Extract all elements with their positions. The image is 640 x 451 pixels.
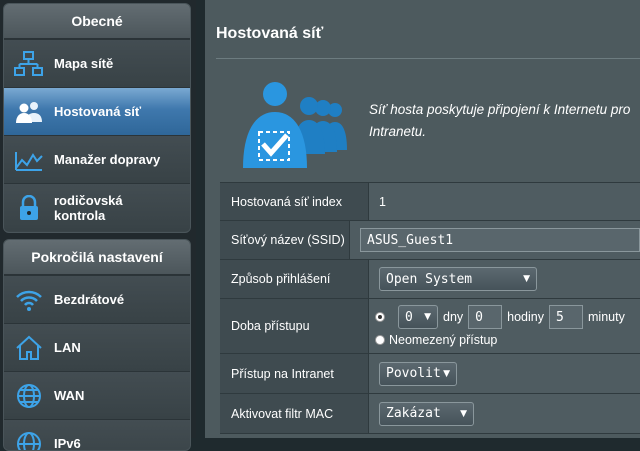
intranet-label: Přístup na Intranet (220, 354, 369, 393)
guest-network-icon (4, 100, 54, 124)
row-ssid: Síťový název (SSID) ASUS_Guest1 (220, 221, 640, 260)
sidebar: Obecné Mapa sítě Hostovaná síť Manažer d… (0, 0, 196, 438)
menu-label: Hostovaná síť (54, 104, 141, 119)
access-time-cell: 0 ▼ dny 0 hodiny 5 minuty Neomezený přís… (369, 299, 640, 353)
row-intranet: Přístup na Intranet Povolit ▼ (220, 354, 640, 394)
guest-network-illustration-icon (235, 80, 355, 175)
minutes-input[interactable]: 5 (549, 305, 583, 329)
row-access-time: Doba přístupu 0 ▼ dny 0 hodiny 5 minuty (220, 299, 640, 354)
main-content: Hostovaná síť Síť hosta poskytuje připoj… (205, 0, 640, 438)
network-map-icon (4, 51, 54, 77)
unlimited-radio[interactable] (375, 335, 385, 345)
chevron-down-icon: ▼ (460, 409, 467, 419)
mac-filter-label: Aktivovat filtr MAC (220, 394, 369, 433)
auth-label: Způsob přihlášení (220, 260, 369, 298)
menu-item-wireless[interactable]: Bezdrátové (4, 275, 190, 323)
mac-filter-value: Zakázat (386, 406, 441, 421)
page-title: Hostovaná síť (216, 25, 323, 43)
row-auth: Způsob přihlášení Open System ▼ (220, 260, 640, 299)
home-icon (4, 335, 54, 361)
days-select[interactable]: 0 ▼ (398, 305, 438, 329)
minutes-unit: minuty (588, 310, 625, 324)
menu-label: WAN (54, 388, 84, 403)
menu-label: LAN (54, 340, 81, 355)
auth-method-select[interactable]: Open System ▼ (379, 267, 537, 291)
guest-network-form: Hostovaná síť index 1 Síťový název (SSID… (220, 182, 640, 434)
lock-icon (4, 195, 54, 221)
menu-item-network-map[interactable]: Mapa sítě (4, 39, 190, 87)
ssid-cell: ASUS_Guest1 (350, 221, 640, 259)
advanced-header: Pokročilá nastavení (4, 240, 190, 275)
advanced-menu: Pokročilá nastavení Bezdrátové LAN WAN I… (3, 239, 191, 451)
menu-label: Mapa sítě (54, 56, 113, 71)
menu-item-guest-network[interactable]: Hostovaná síť (4, 87, 190, 135)
wifi-icon (4, 288, 54, 312)
menu-label: IPv6 (54, 436, 81, 451)
description: Síť hosta poskytuje připojení k Internet… (369, 99, 640, 143)
radio-dot (378, 315, 382, 319)
intranet-value: Povolit (386, 366, 441, 381)
access-time-limited: 0 ▼ dny 0 hodiny 5 minuty (375, 305, 625, 329)
chevron-down-icon: ▼ (523, 274, 530, 284)
chevron-down-icon: ▼ (424, 312, 431, 322)
menu-item-parental-control[interactable]: rodičovskákontrola (4, 183, 190, 231)
description-line2: Intranetu. (369, 121, 640, 143)
traffic-manager-icon (4, 148, 54, 172)
ssid-input[interactable]: ASUS_Guest1 (360, 228, 640, 252)
globe-icon (4, 431, 54, 451)
intranet-cell: Povolit ▼ (369, 354, 640, 393)
days-value: 0 (405, 310, 413, 325)
hours-input[interactable]: 0 (468, 305, 502, 329)
menu-item-traffic-manager[interactable]: Manažer dopravy (4, 135, 190, 183)
mac-filter-select[interactable]: Zakázat ▼ (379, 402, 474, 426)
unlimited-label: Neomezený přístup (389, 333, 497, 347)
auth-method-value: Open System (386, 272, 472, 287)
chevron-down-icon: ▼ (443, 369, 450, 379)
row-index: Hostovaná síť index 1 (220, 182, 640, 221)
menu-label-line2: kontrola (54, 208, 105, 223)
days-unit: dny (443, 310, 463, 324)
access-time-label: Doba přístupu (220, 299, 369, 353)
access-time-unlimited: Neomezený přístup (375, 333, 497, 347)
globe-icon (4, 383, 54, 409)
menu-label-line1: rodičovská (54, 193, 123, 208)
general-menu: Obecné Mapa sítě Hostovaná síť Manažer d… (3, 3, 191, 233)
limited-radio[interactable] (375, 312, 385, 322)
row-mac-filter: Aktivovat filtr MAC Zakázat ▼ (220, 394, 640, 434)
intranet-select[interactable]: Povolit ▼ (379, 362, 457, 386)
menu-item-lan[interactable]: LAN (4, 323, 190, 371)
menu-item-ipv6[interactable]: IPv6 (4, 419, 190, 451)
auth-cell: Open System ▼ (369, 260, 640, 298)
menu-label: rodičovskákontrola (54, 193, 123, 223)
divider (216, 58, 640, 59)
index-label: Hostovaná síť index (220, 183, 369, 220)
menu-item-wan[interactable]: WAN (4, 371, 190, 419)
ssid-label: Síťový název (SSID) (220, 221, 350, 259)
menu-label: Bezdrátové (54, 292, 124, 307)
menu-label: Manažer dopravy (54, 152, 160, 167)
index-value: 1 (369, 183, 640, 220)
hours-unit: hodiny (507, 310, 544, 324)
description-line1: Síť hosta poskytuje připojení k Internet… (369, 99, 640, 121)
general-header: Obecné (4, 4, 190, 39)
mac-filter-cell: Zakázat ▼ (369, 394, 640, 433)
